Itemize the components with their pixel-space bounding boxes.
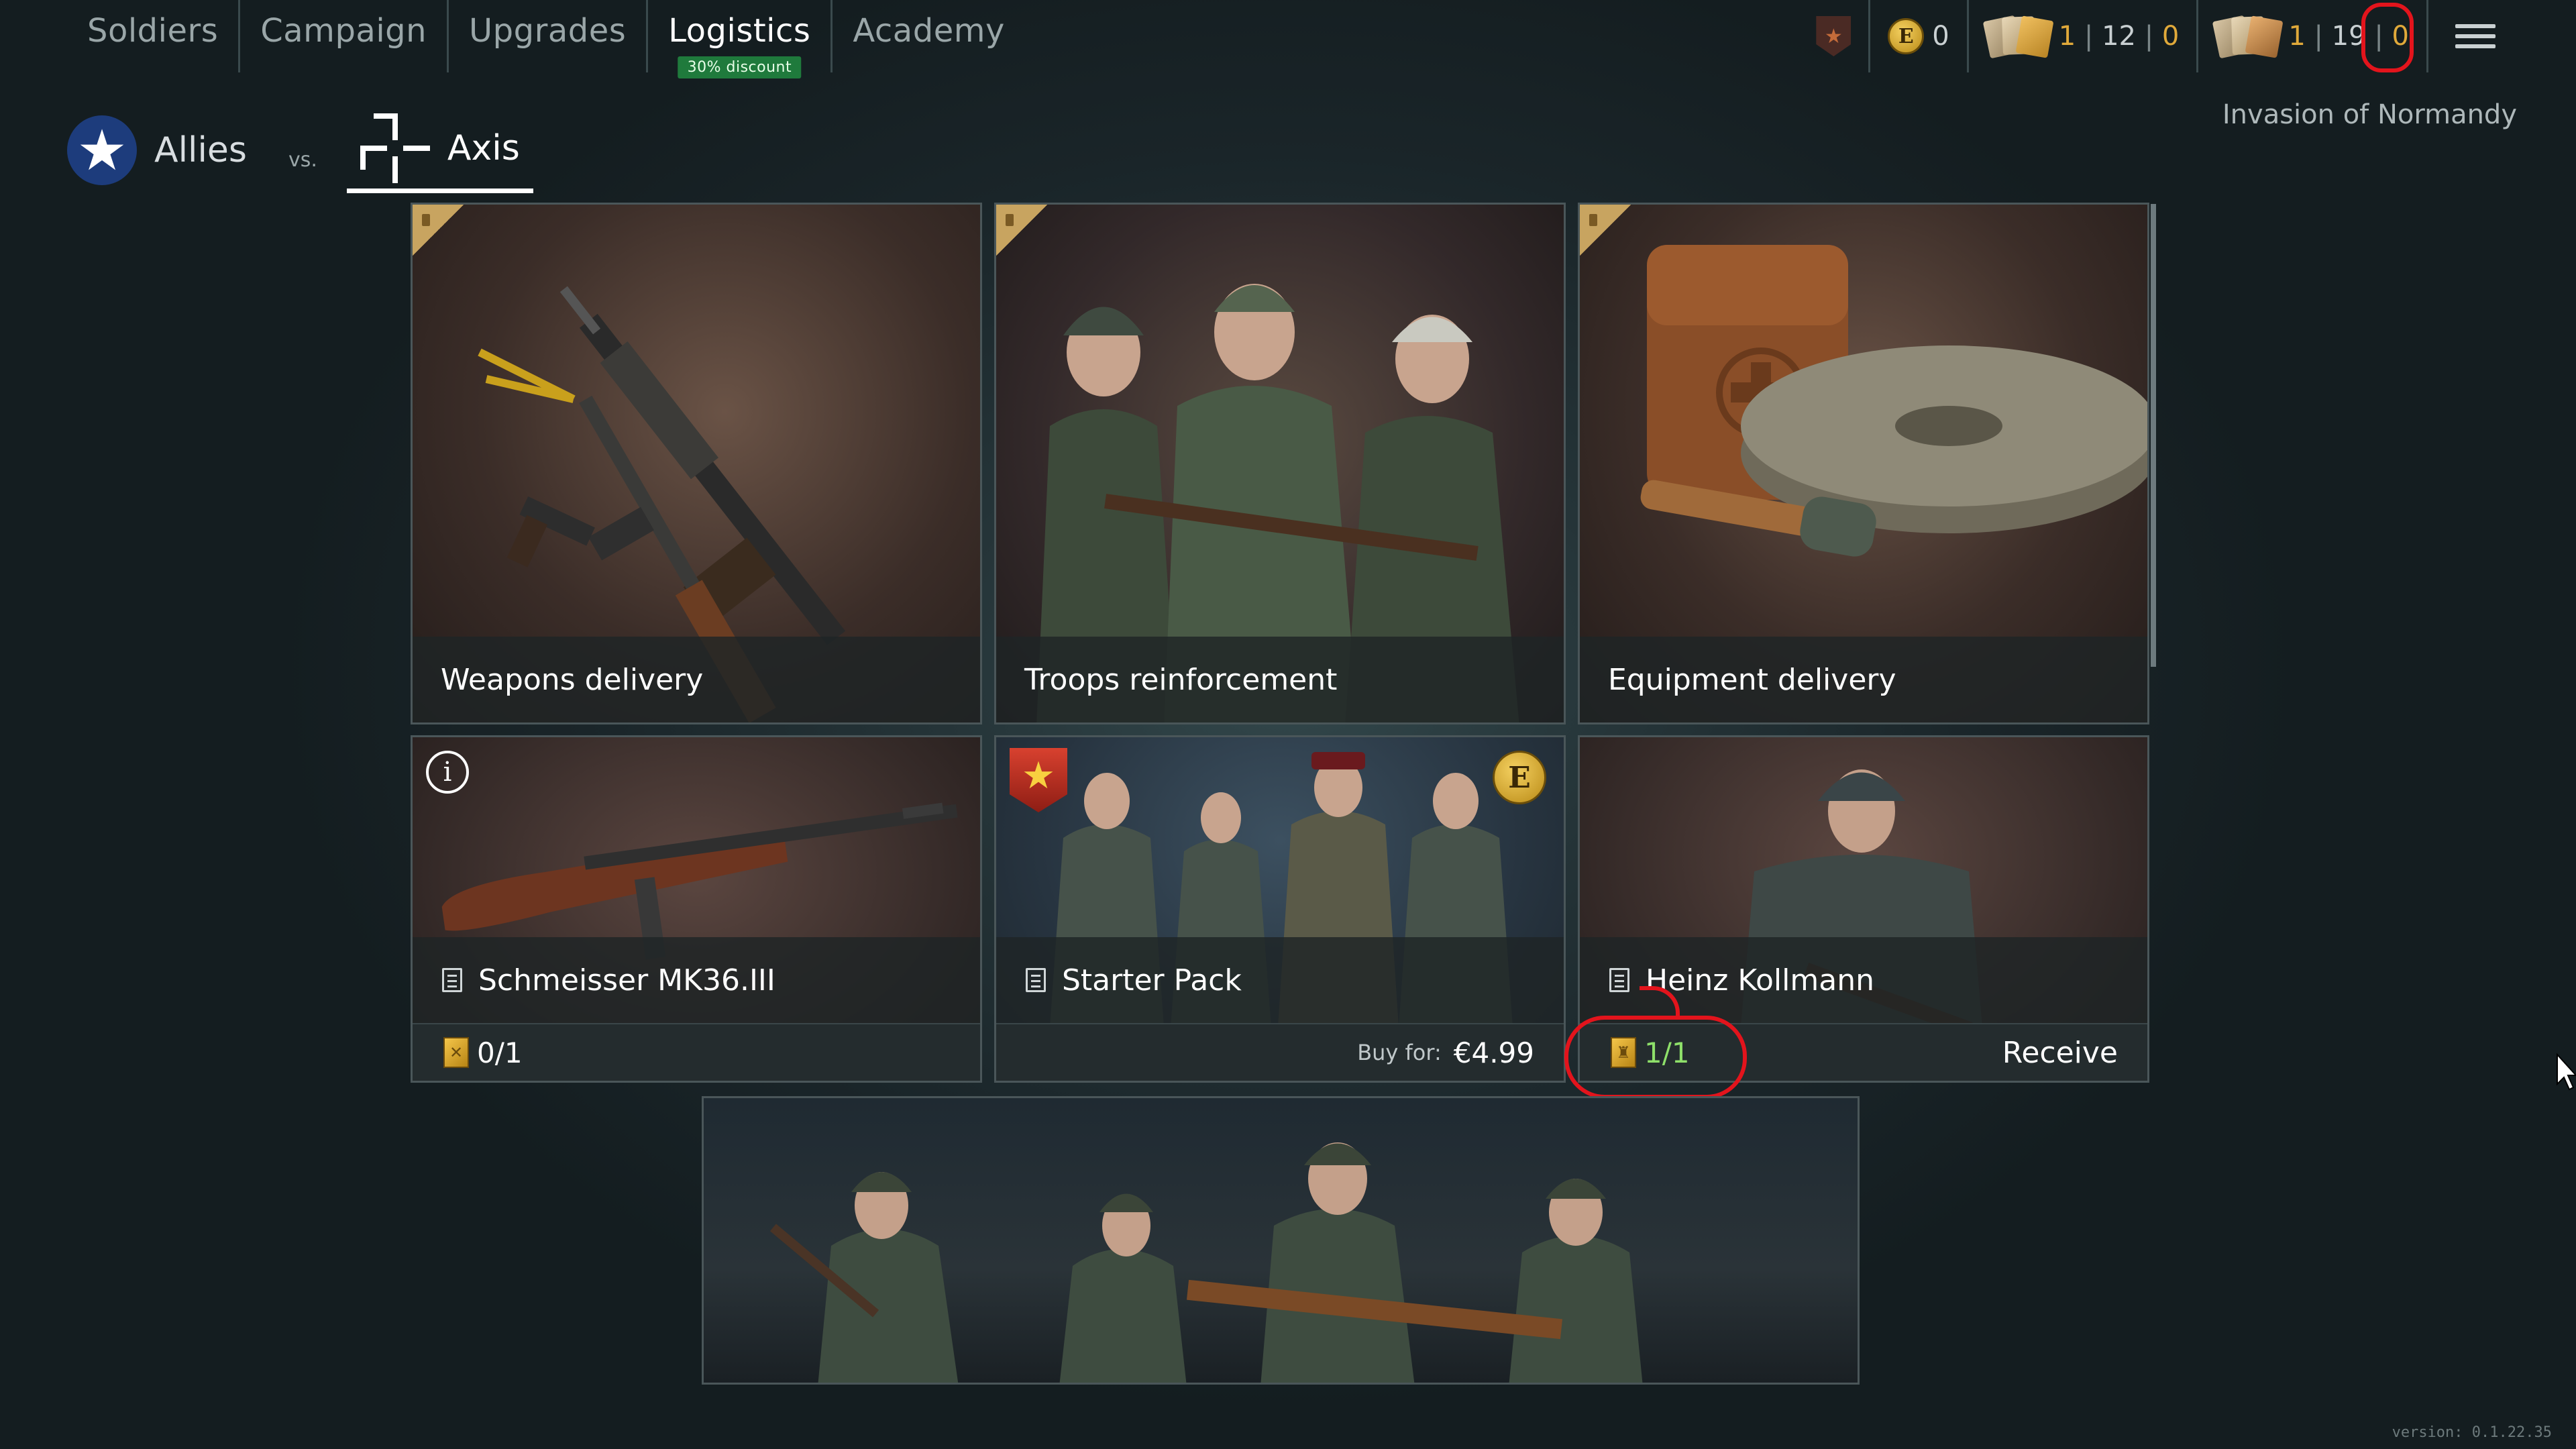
new-item-corner-icon	[1580, 205, 1631, 256]
tab-campaign[interactable]: Campaign	[240, 0, 449, 72]
gold-coin-icon: E	[1888, 18, 1925, 54]
soldier-tickets-count: 1 | 19 | 0	[2288, 21, 2409, 52]
gold-amount: 0	[1932, 21, 1949, 52]
card-footer: ✕ 0/1	[413, 1023, 980, 1081]
weapon-tickets-count: 1 | 12 | 0	[2058, 21, 2180, 52]
rank-indicator[interactable]: ★	[1799, 0, 1871, 72]
version-label: version: 0.1.22.35	[2392, 1424, 2552, 1441]
weapon-tickets[interactable]: 1 | 12 | 0	[1969, 0, 2199, 72]
card-title: Troops reinforcement	[996, 637, 1564, 722]
gold-currency[interactable]: E 0	[1870, 0, 1969, 72]
menu-list-icon[interactable]	[2455, 20, 2496, 52]
equipment-delivery-card[interactable]: Equipment delivery	[1578, 203, 2149, 724]
price[interactable]: €4.99	[1454, 1036, 1534, 1069]
card-title: Schmeisser MK36.III	[478, 963, 775, 998]
main-nav: Soldiers Campaign Upgrades Logistics 30%…	[67, 0, 1025, 78]
tab-soldiers[interactable]: Soldiers	[67, 0, 241, 72]
tab-logistics[interactable]: Logistics 30% discount	[648, 0, 833, 78]
new-item-corner-icon	[413, 205, 464, 256]
order-progress: 0/1	[477, 1036, 523, 1069]
soldier-tickets-icon	[2212, 15, 2284, 59]
weapons-delivery-card[interactable]: Weapons delivery	[411, 203, 982, 724]
tab-label: Campaign	[260, 12, 427, 50]
buy-label: Buy for:	[1357, 1040, 1442, 1065]
faction-allies-label: Allies	[154, 130, 247, 170]
new-item-corner-icon	[996, 205, 1047, 256]
card-title: Starter Pack	[1062, 963, 1242, 998]
item-list-icon	[1026, 968, 1046, 992]
card-title-row: Heinz Kollmann	[1580, 937, 2147, 1023]
card-footer: Buy for: €4.99	[996, 1023, 1564, 1081]
gold-coin-icon: E	[1493, 751, 1546, 804]
versus-label: vs.	[288, 148, 317, 172]
allies-star-icon: ★	[67, 115, 137, 185]
card-title-row: Schmeisser MK36.III	[413, 937, 980, 1023]
tab-academy[interactable]: Academy	[833, 0, 1024, 72]
order-progress: 1/1	[1644, 1036, 1690, 1069]
card-title: Heinz Kollmann	[1646, 963, 1874, 998]
card-footer: ♜ 1/1 Receive	[1580, 1023, 2147, 1081]
card-title: Equipment delivery	[1580, 637, 2147, 722]
campaign-title[interactable]: Invasion of Normandy	[2222, 99, 2517, 130]
heinz-kollmann-card[interactable]: Heinz Kollmann ♜ 1/1 Receive	[1578, 735, 2149, 1083]
tab-upgrades[interactable]: Upgrades	[449, 0, 649, 72]
soldier-tickets[interactable]: 1 | 19 | 0	[2198, 0, 2428, 72]
item-list-icon	[442, 968, 462, 992]
weapon-tickets-icon	[1982, 15, 2054, 59]
tab-label: Logistics	[668, 12, 811, 50]
weapon-order-icon: ✕	[443, 1037, 469, 1068]
info-icon[interactable]: i	[426, 751, 469, 794]
card-title-row: Starter Pack	[996, 937, 1564, 1023]
faction-selector: ★ Allies vs. Axis	[67, 107, 533, 193]
tab-label: Upgrades	[469, 12, 627, 50]
starter-pack-card[interactable]: ★ E Starter Pack Buy for: €4.99	[994, 735, 1566, 1083]
scrollbar[interactable]	[2151, 204, 2156, 667]
troops-reinforcement-card[interactable]: Troops reinforcement	[994, 203, 1566, 724]
discount-badge: 30% discount	[678, 56, 802, 78]
banner-artwork	[704, 1098, 1858, 1383]
faction-axis-label: Axis	[447, 127, 520, 168]
promo-banner[interactable]	[702, 1096, 1860, 1385]
faction-axis[interactable]: Axis	[346, 107, 533, 193]
tab-label: Academy	[853, 12, 1005, 50]
schmeisser-card[interactable]: i Schmeisser MK36.III ✕ 0/1	[411, 735, 982, 1083]
faction-allies[interactable]: ★ Allies	[67, 107, 247, 193]
mouse-cursor-icon	[2557, 1053, 2576, 1091]
card-title: Weapons delivery	[413, 637, 980, 722]
currency-bar: ★ E 0 1 | 12 | 0 1 | 19 | 0	[1799, 0, 2496, 72]
tab-label: Soldiers	[87, 12, 219, 50]
rank-star-badge-icon: ★	[1816, 16, 1851, 56]
axis-cross-icon	[360, 113, 430, 183]
soldier-order-icon: ♜	[1611, 1037, 1636, 1068]
item-list-icon	[1609, 968, 1629, 992]
receive-button[interactable]: Receive	[2002, 1036, 2118, 1070]
